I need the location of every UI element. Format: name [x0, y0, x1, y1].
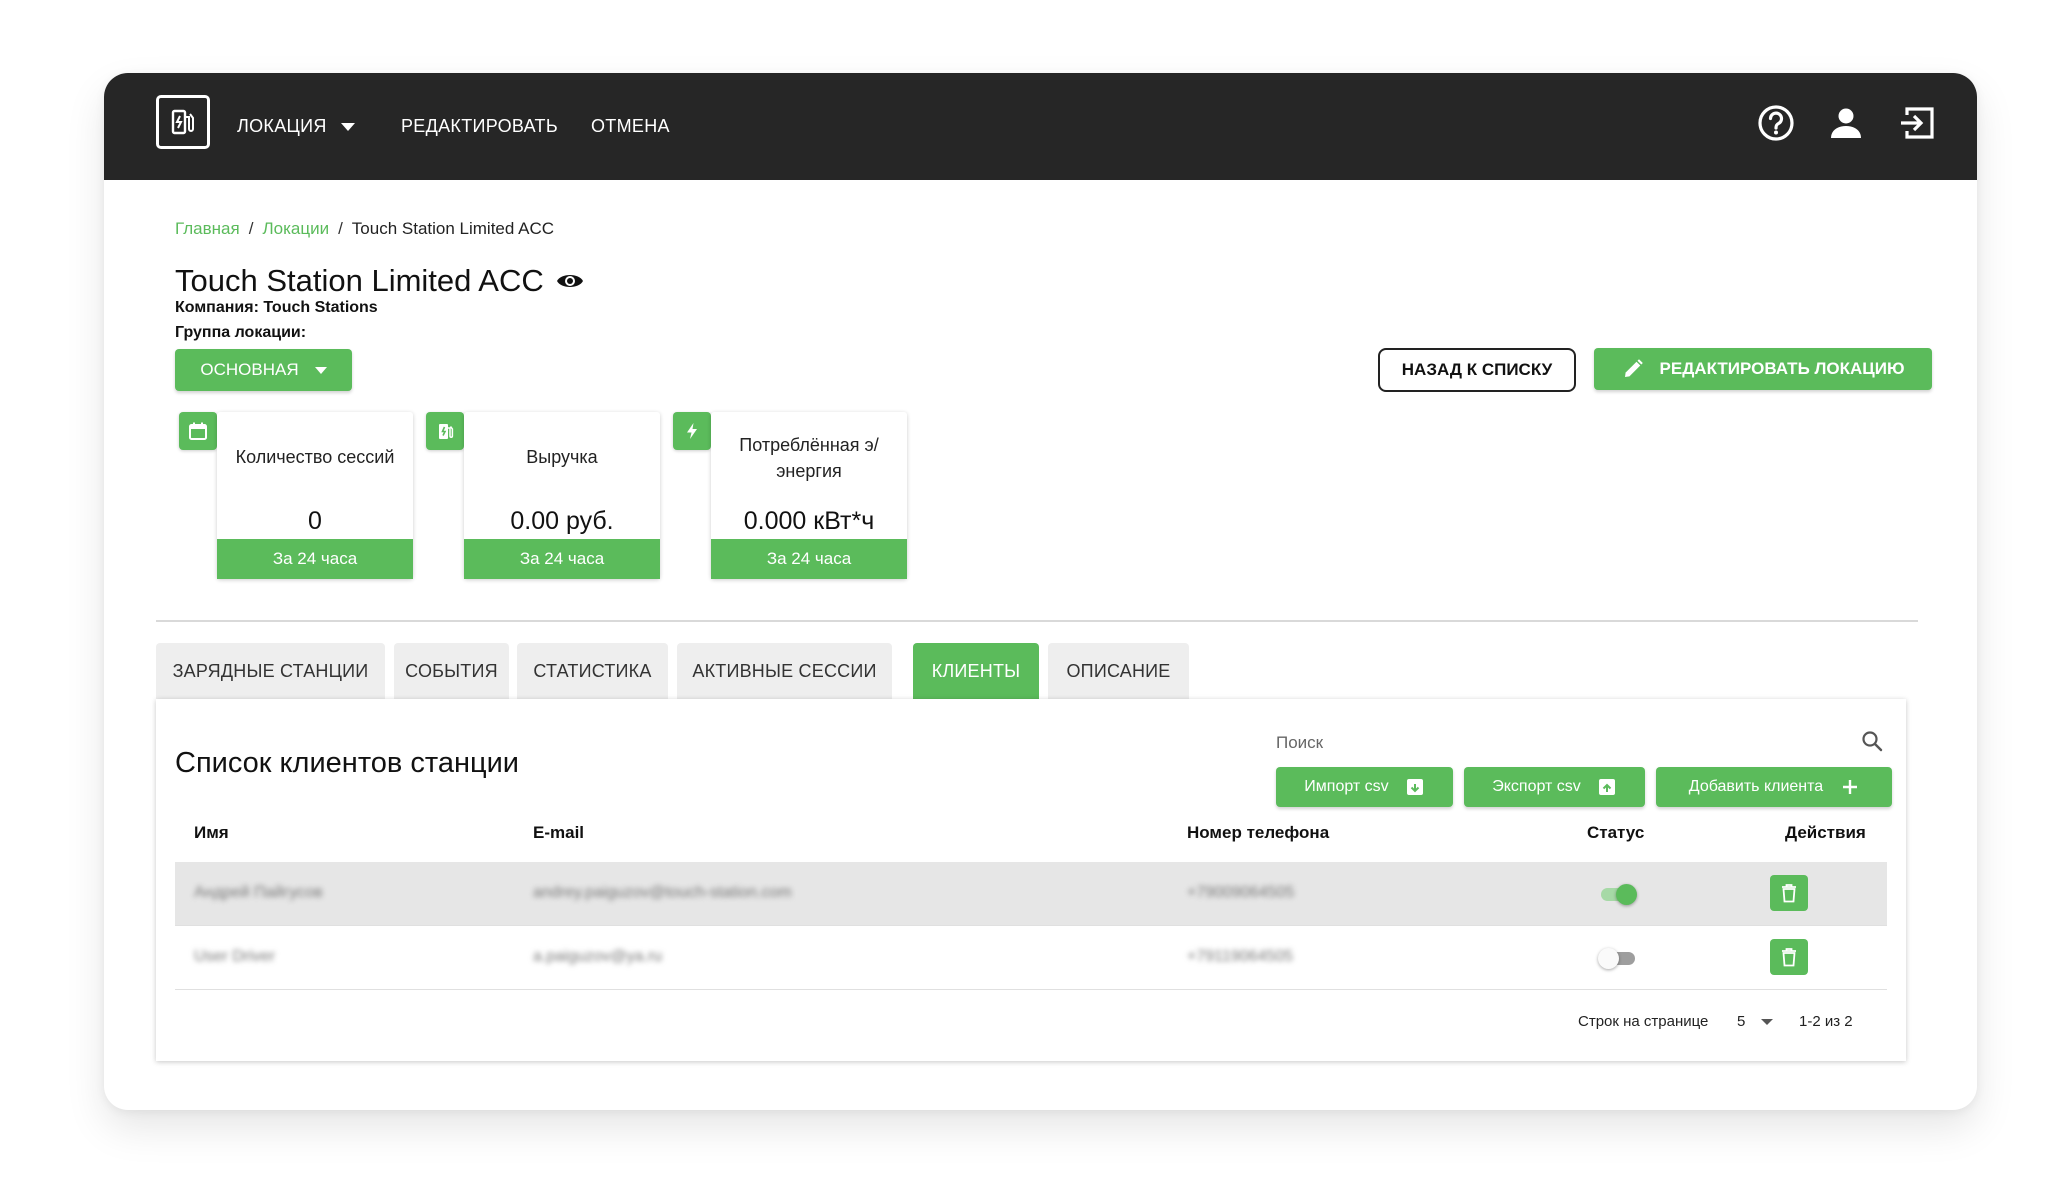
stat-value: 0: [308, 507, 322, 535]
client-phone: +79119064505: [1187, 948, 1294, 965]
table-row[interactable]: User Driver a.paiguzov@ya.ru +7911906450…: [175, 926, 1887, 990]
edit-location-label: РЕДАКТИРОВАТЬ ЛОКАЦИЮ: [1659, 359, 1905, 378]
company-name: Компания: Touch Stations: [175, 299, 378, 316]
search-icon[interactable]: [1860, 729, 1884, 753]
toggle-knob: [1616, 884, 1637, 905]
stat-period: За 24 часа: [464, 539, 660, 579]
pencil-icon: [1624, 359, 1643, 377]
top-navigation-bar: ЛОКАЦИЯ РЕДАКТИРОВАТЬ ОТМЕНА: [104, 73, 1977, 180]
column-header-status: Статус: [1587, 823, 1645, 842]
location-group-select[interactable]: ОСНОВНАЯ: [175, 349, 352, 391]
section-divider: [156, 620, 1918, 622]
edit-location-button[interactable]: РЕДАКТИРОВАТЬ ЛОКАЦИЮ: [1594, 348, 1932, 390]
stat-card-sessions: Количество сессий 0 За 24 часа: [217, 412, 413, 579]
stat-value: 0.00 руб.: [510, 507, 614, 535]
nav-location-menu[interactable]: ЛОКАЦИЯ: [237, 73, 355, 180]
table-row[interactable]: Андрей Пайгусов andrey.paiguzov@touch-st…: [175, 862, 1887, 926]
help-icon[interactable]: [1756, 103, 1796, 143]
import-csv-label: Импорт csv: [1304, 778, 1389, 795]
status-toggle-on[interactable]: [1598, 882, 1638, 906]
stat-card-energy: Потреблённая э/энергия 0.000 кВт*ч За 24…: [711, 412, 907, 579]
add-client-label: Добавить клиента: [1688, 778, 1824, 795]
clients-list-title: Список клиентов станции: [175, 747, 519, 779]
breadcrumb-separator: /: [338, 219, 343, 238]
stat-card-revenue: Выручка 0.00 руб. За 24 часа: [464, 412, 660, 579]
caret-down-icon: [1761, 1018, 1774, 1025]
column-header-email: E-mail: [533, 823, 585, 842]
caret-down-icon: [340, 122, 355, 131]
rows-per-page-value: 5: [1737, 1013, 1746, 1030]
caret-down-icon: [314, 366, 327, 374]
breadcrumb-home-link[interactable]: Главная: [175, 219, 240, 238]
toggle-knob: [1598, 948, 1619, 969]
client-name: Андрей Пайгусов: [194, 884, 323, 901]
tab-active-sessions[interactable]: АКТИВНЫЕ СЕССИИ: [677, 643, 892, 699]
file-import-icon: [1406, 779, 1423, 795]
nav-location-label: ЛОКАЦИЯ: [237, 116, 327, 136]
tab-statistics[interactable]: СТАТИСТИКА: [517, 643, 668, 699]
breadcrumb-separator: /: [248, 219, 254, 238]
tab-charging-stations[interactable]: ЗАРЯДНЫЕ СТАНЦИИ: [156, 643, 385, 699]
search-input[interactable]: Поиск: [1276, 733, 1323, 753]
trash-icon: [1782, 884, 1796, 903]
client-email: andrey.paiguzov@touch-station.com: [533, 884, 792, 901]
import-csv-button[interactable]: Импорт csv: [1276, 767, 1453, 807]
nav-edit-link[interactable]: РЕДАКТИРОВАТЬ: [401, 73, 558, 180]
trash-icon: [1782, 948, 1796, 967]
stat-value: 0.000 кВт*ч: [743, 507, 875, 535]
tab-description[interactable]: ОПИСАНИЕ: [1048, 643, 1189, 699]
lightning-icon: [673, 412, 711, 450]
stat-title: Количество сессий: [235, 447, 395, 467]
delete-client-button[interactable]: [1770, 875, 1808, 911]
app-window: ЛОКАЦИЯ РЕДАКТИРОВАТЬ ОТМЕНА Главная / Лок…: [104, 73, 1977, 1110]
page-title-row: Touch Station Limited ACC: [175, 263, 584, 299]
export-csv-button[interactable]: Экспорт csv: [1464, 767, 1645, 807]
page-title: Touch Station Limited ACC: [175, 263, 544, 298]
rows-per-page-label: Строк на странице: [1578, 1013, 1709, 1030]
tab-clients[interactable]: КЛИЕНТЫ: [913, 643, 1039, 699]
stat-period: За 24 часа: [711, 539, 907, 579]
clients-panel: Список клиентов станции Поиск Импорт csv…: [156, 699, 1906, 1061]
file-export-icon: [1598, 779, 1615, 795]
column-header-actions: Действия: [1785, 823, 1866, 842]
user-icon[interactable]: [1826, 103, 1866, 143]
calendar-icon: [179, 412, 217, 450]
stat-title: Выручка: [526, 447, 598, 467]
pagination-range: 1-2 из 2: [1799, 1013, 1853, 1030]
location-group-value: ОСНОВНАЯ: [200, 360, 299, 379]
client-name: User Driver: [194, 948, 275, 965]
add-client-button[interactable]: Добавить клиента: [1656, 767, 1892, 807]
delete-client-button[interactable]: [1770, 939, 1808, 975]
logout-icon[interactable]: [1897, 103, 1937, 143]
stat-title: Потреблённая э/энергия: [739, 435, 879, 481]
status-toggle-off[interactable]: [1598, 946, 1638, 970]
fuel-station-icon: [426, 412, 464, 450]
location-group-label: Группа локации:: [175, 324, 307, 341]
column-header-name: Имя: [194, 823, 229, 842]
back-to-list-button[interactable]: НАЗАД К СПИСКУ: [1378, 348, 1576, 392]
export-csv-label: Экспорт csv: [1492, 778, 1581, 795]
eye-icon[interactable]: [556, 271, 584, 291]
logo-icon[interactable]: [156, 95, 210, 149]
breadcrumb-locations-link[interactable]: Локации: [262, 219, 329, 238]
column-header-phone: Номер телефона: [1187, 823, 1330, 842]
breadcrumb-current: Touch Station Limited ACC: [351, 219, 555, 238]
tab-events[interactable]: СОБЫТИЯ: [394, 643, 509, 699]
stat-period: За 24 часа: [217, 539, 413, 579]
client-phone: +79009064505: [1187, 884, 1295, 901]
rows-per-page-select[interactable]: 5: [1737, 1013, 1774, 1030]
client-email: a.paiguzov@ya.ru: [533, 948, 663, 965]
breadcrumb: Главная / Локации / Touch Station Limited AC…: [175, 219, 554, 239]
nav-cancel-link[interactable]: ОТМЕНА: [591, 73, 670, 180]
plus-icon: [1843, 780, 1858, 794]
